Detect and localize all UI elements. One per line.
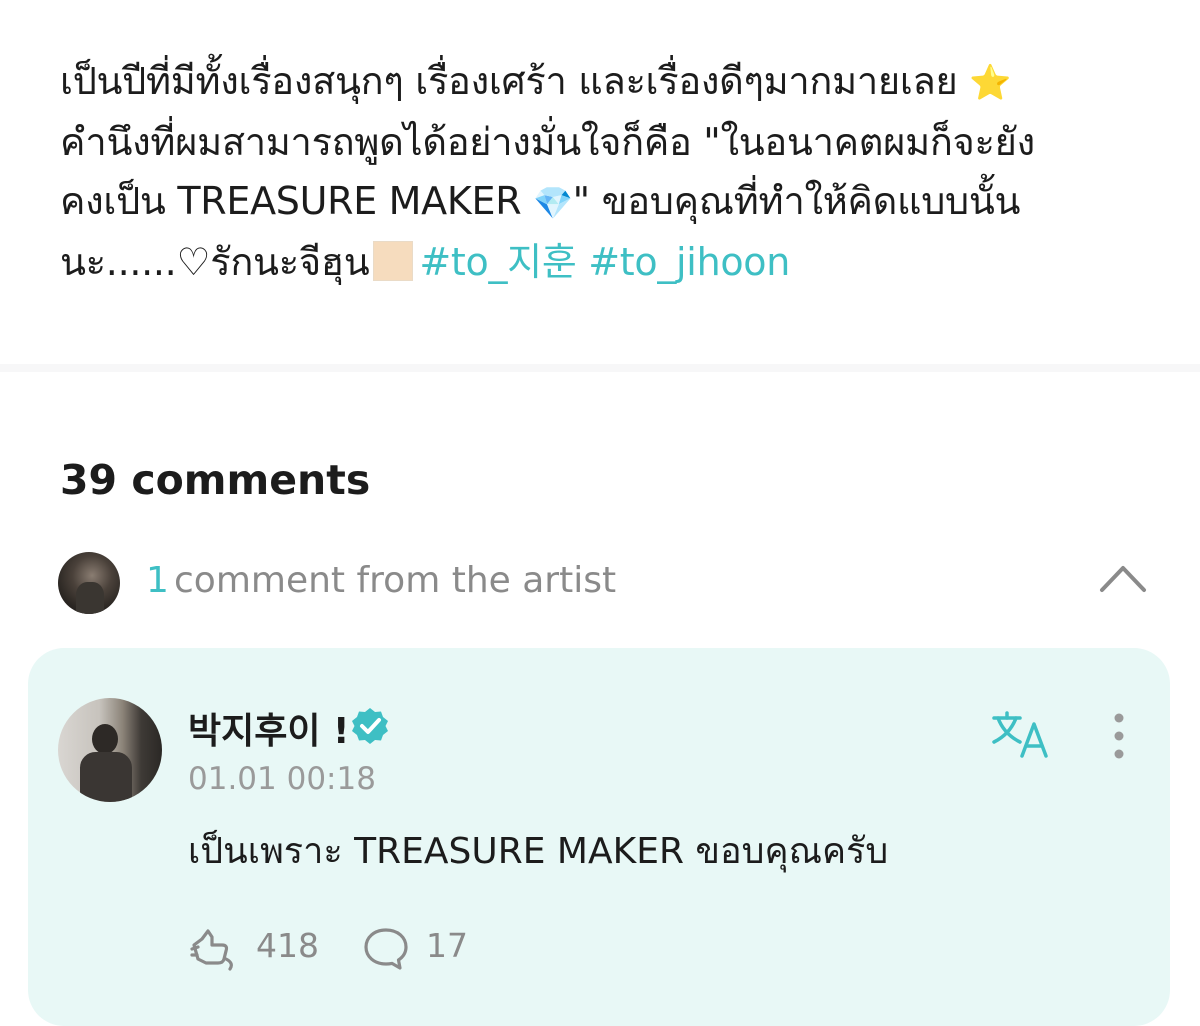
post-line-text: คงเป็น TREASURE MAKER — [60, 179, 522, 223]
author-name[interactable]: 박지후이 ! — [188, 702, 349, 754]
reaction-icon[interactable] — [188, 925, 238, 971]
post-line-text: " ขอบคุณที่ทำให้คิดแบบนั้น — [572, 179, 1021, 223]
comments-heading: 39 comments — [60, 456, 371, 504]
artist-avatar — [58, 552, 120, 614]
post-line-text: เป็นปีที่มีทั้งเรื่องสนุกๆ เรื่องเศร้า แ… — [60, 59, 958, 103]
hashtag-link[interactable]: #to_지훈 — [419, 240, 576, 284]
translate-icon[interactable] — [990, 710, 1054, 760]
post-line: คงเป็น TREASURE MAKER 💎" ขอบคุณที่ทำให้ค… — [60, 172, 1160, 233]
section-divider — [0, 364, 1200, 372]
artist-comments-toggle[interactable]: 1 comment from the artist — [58, 552, 1148, 614]
post-line-text: นะ......♡รักนะจีฮุน — [60, 240, 370, 284]
reply-count: 17 — [426, 926, 468, 965]
post-line: คำนึงที่ผมสามารถพูดได้อย่างมั่นใจก็คือ "… — [60, 120, 1035, 164]
star-icon: ⭐ — [969, 63, 1012, 103]
comment-body: เป็นเพราะ TREASURE MAKER ขอบคุณครับ — [188, 831, 889, 872]
post-line: นะ......♡รักนะจีฮุน #to_지훈 #to_jihoon — [60, 233, 1160, 292]
post-text: เป็นปีที่มีทั้งเรื่องสนุกๆ เรื่องเศร้า แ… — [60, 52, 1160, 292]
artist-comment-card: 박지후이 ! 01.01 00:18 เป็นเพราะ TREASURE MA… — [28, 648, 1170, 1026]
verified-badge-icon — [352, 708, 388, 744]
reaction-count: 418 — [256, 926, 319, 965]
comment-timestamp: 01.01 00:18 — [188, 761, 376, 797]
more-vertical-icon[interactable] — [1106, 712, 1132, 760]
artist-comment-count: 1 — [146, 560, 169, 601]
reply-bubble-icon[interactable] — [362, 926, 410, 972]
chevron-up-icon[interactable] — [1098, 558, 1148, 598]
diamond-icon: 💎 — [533, 184, 573, 222]
author-avatar[interactable] — [58, 698, 162, 802]
hashtag-link[interactable]: #to_jihoon — [588, 240, 790, 284]
artist-comment-label: comment from the artist — [174, 560, 617, 601]
post-line: เป็นปีที่มีทั้งเรื่องสนุกๆ เรื่องเศร้า แ… — [60, 52, 1160, 113]
skin-tone-swatch-icon — [373, 241, 414, 281]
